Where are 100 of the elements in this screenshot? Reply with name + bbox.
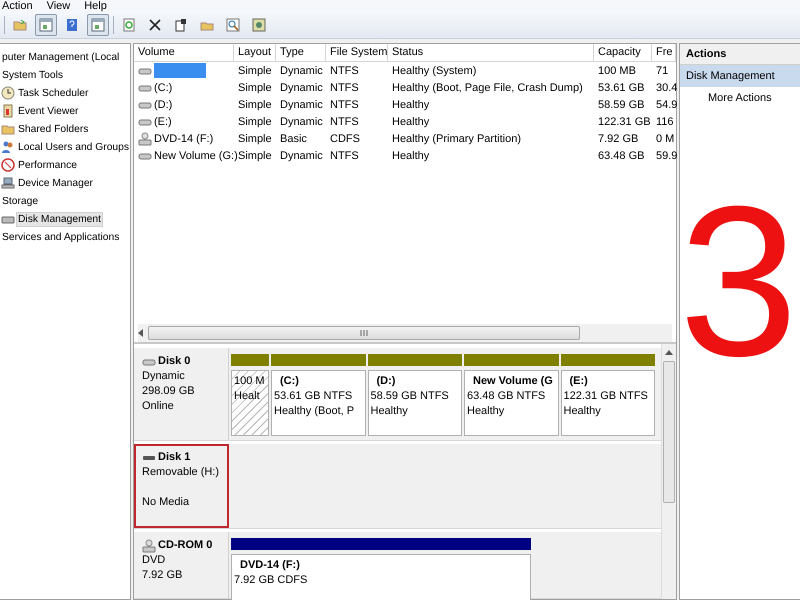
vertical-scrollbar[interactable] <box>661 344 676 599</box>
computer-icon <box>1 176 15 190</box>
annotation-number: 3 <box>679 175 798 389</box>
menu-item[interactable]: Action <box>2 0 33 12</box>
disk-info-panel[interactable]: Disk 0 Dynamic 298.09 GB Online <box>134 348 229 440</box>
table-cell: 30.4 <box>656 82 678 94</box>
tree-item[interactable]: Shared Folders <box>16 122 90 136</box>
panel-icon <box>91 18 105 32</box>
table-cell: Healthy <box>392 150 430 162</box>
partition-block[interactable]: (D:) 58.59 GB NTFS Healthy <box>368 370 462 436</box>
partition-title: (C:) <box>279 374 300 389</box>
disk-info-panel[interactable]: Disk 1 Removable (H:) No Media <box>134 444 229 528</box>
partition-block[interactable]: DVD-14 (F:) 7.92 GB CDFS <box>231 554 531 600</box>
scroll-left-icon[interactable] <box>138 329 144 337</box>
close-icon <box>148 18 162 32</box>
partition-status: Healt <box>234 389 261 404</box>
table-cell: 54.9 <box>656 98 678 110</box>
clock-icon <box>1 86 15 100</box>
table-cell: Healthy (Primary Partition) <box>392 132 521 144</box>
optical-drive-icon <box>142 538 156 552</box>
disk-status: No Media <box>142 495 190 510</box>
table-cell: Simple <box>238 98 272 110</box>
tree-item[interactable]: Task Scheduler <box>16 86 90 100</box>
partition-size: 100 M <box>234 374 266 389</box>
table-cell: NTFS <box>330 64 359 76</box>
tree-item[interactable]: puter Management (Local <box>0 50 122 64</box>
column-header[interactable]: Layout <box>234 44 276 61</box>
table-cell: 63.48 GB <box>598 150 644 162</box>
tree-item[interactable]: Performance <box>16 158 79 172</box>
grip-icon <box>360 330 368 336</box>
table-cell: Simple <box>238 64 272 76</box>
horizontal-scrollbar[interactable] <box>138 324 672 342</box>
partition-status: Healthy <box>564 404 602 419</box>
users-icon <box>1 140 15 154</box>
tree-item[interactable]: System Tools <box>0 68 66 82</box>
tree-item[interactable]: Services and Applications <box>0 230 122 244</box>
search-icon <box>226 18 240 32</box>
column-header[interactable]: Fre <box>652 44 676 61</box>
more-actions-link[interactable]: More Actions <box>680 87 800 109</box>
menu-item[interactable]: View <box>46 0 70 12</box>
partition-block[interactable]: New Volume (G 63.48 GB NTFS Healthy <box>464 370 558 436</box>
actions-section-header[interactable]: Disk Management <box>680 65 800 87</box>
disk-type: DVD <box>142 553 166 568</box>
volume-name: New Volume (G:) <box>154 150 238 162</box>
table-cell: NTFS <box>330 82 359 94</box>
table-cell: Dynamic <box>280 116 323 128</box>
panel-icon <box>39 18 53 32</box>
menu-item[interactable]: Help <box>84 0 107 12</box>
tree-item[interactable]: Local Users and Groups <box>16 140 130 154</box>
disk-name: Disk 0 <box>158 354 190 369</box>
tree-item[interactable]: Disk Management <box>16 212 103 226</box>
table-cell: NTFS <box>330 116 359 128</box>
column-header[interactable]: File System <box>326 44 388 61</box>
partition-status: Healthy <box>370 404 409 419</box>
table-cell: 59.9 <box>656 150 678 162</box>
table-cell: 116 <box>656 116 674 128</box>
scroll-up-icon[interactable] <box>665 350 673 355</box>
partition-size: 63.48 GB NTFS <box>467 389 546 404</box>
disk-info-panel[interactable]: CD-ROM 0 DVD 7.92 GB <box>134 532 229 598</box>
partition-size: 58.59 GB NTFS <box>370 389 450 404</box>
partition-block[interactable]: (C:) 53.61 GB NTFS Healthy (Boot, P <box>271 370 366 436</box>
table-cell: CDFS <box>330 132 360 144</box>
document-icon <box>174 18 188 32</box>
log-icon <box>1 104 15 118</box>
partition-status: Healthy (Boot, P <box>274 404 356 419</box>
tree-item[interactable]: Event Viewer <box>16 104 80 118</box>
table-cell: Dynamic <box>280 82 323 94</box>
table-cell: Dynamic <box>280 98 323 110</box>
tree-item[interactable]: Storage <box>0 194 40 208</box>
column-header[interactable]: Status <box>388 44 594 61</box>
disk-size: 298.09 GB <box>142 384 196 399</box>
disk-name: Disk 1 <box>158 450 190 465</box>
column-header[interactable]: Type <box>276 44 326 61</box>
optical-drive-icon <box>138 132 152 146</box>
table-cell: Simple <box>238 82 272 94</box>
table-cell: 122.31 GB <box>598 116 651 128</box>
partition-title: (E:) <box>568 374 589 389</box>
column-header[interactable]: Volume <box>134 44 234 61</box>
actions-title: Actions <box>680 44 800 65</box>
partition-block[interactable]: (E:) 122.31 GB NTFS Healthy <box>560 370 655 436</box>
table-cell: Healthy <box>392 116 430 128</box>
table-cell: Simple <box>238 150 272 162</box>
tree-item[interactable]: Device Manager <box>16 176 95 190</box>
table-cell: Dynamic <box>280 64 323 76</box>
help-icon <box>65 18 79 32</box>
partition-status: Healthy <box>467 404 506 419</box>
column-header[interactable]: Capacity <box>594 44 652 61</box>
table-cell: Dynamic <box>280 150 323 162</box>
table-cell: NTFS <box>330 98 359 110</box>
table-cell: Healthy (Boot, Page File, Crash Dump) <box>392 82 583 94</box>
partition-title: New Volume (G <box>472 374 554 389</box>
partition-size: 53.61 GB NTFS <box>274 389 354 404</box>
table-cell: 7.92 GB <box>598 132 638 144</box>
table-cell: 58.59 GB <box>598 98 644 110</box>
partition-title: (D:) <box>376 374 396 389</box>
partition-block[interactable]: 100 M Healt <box>231 370 269 436</box>
refresh-icon <box>122 18 136 32</box>
partition-size: 7.92 GB CDFS <box>234 573 308 588</box>
table-cell: 71 <box>656 64 668 76</box>
disk-type: Dynamic <box>142 369 186 384</box>
